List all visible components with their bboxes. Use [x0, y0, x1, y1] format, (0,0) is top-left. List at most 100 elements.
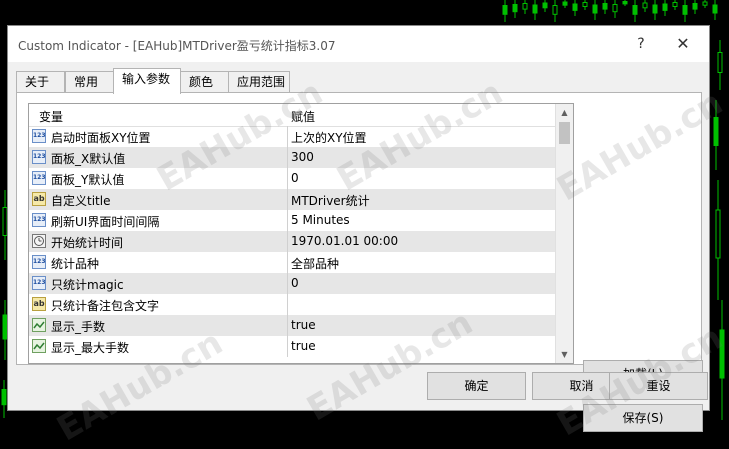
chart-candle-body [522, 3, 528, 10]
parameter-row[interactable]: 123 启动时面板XY位置 上次的XY位置 [29, 126, 557, 147]
column-divider [287, 315, 288, 336]
column-divider [287, 126, 288, 147]
parameter-value[interactable]: 0 [291, 171, 299, 185]
parameter-name: 统计品种 [51, 257, 100, 271]
parameter-row[interactable]: 显示_手数 true [29, 315, 557, 336]
text-icon: ab [32, 192, 46, 206]
grid-header: 变量 赋值 [29, 104, 557, 127]
parameter-row[interactable]: ab 只统计备注包含文字 [29, 294, 557, 315]
parameter-row[interactable]: 123 只统计magic 0 [29, 273, 557, 294]
column-divider [287, 210, 288, 231]
column-divider [287, 294, 288, 315]
chart-candle-body [572, 3, 578, 11]
tab-about[interactable]: 关于 [16, 71, 65, 93]
help-icon[interactable]: ? [627, 33, 655, 55]
chart-candle-body [682, 5, 688, 15]
chart-candle-body [712, 4, 718, 14]
reset-button[interactable]: 重设 [609, 372, 708, 400]
parameter-value[interactable]: 全部品种 [291, 255, 339, 272]
chart-candle-body [502, 5, 508, 15]
parameter-row[interactable]: ab 自定义title MTDriver统计 [29, 189, 557, 210]
parameter-value[interactable]: 上次的XY位置 [291, 129, 367, 146]
parameters-grid: 变量 赋值 123 启动时面板XY位置 上次的XY位置 123 面板_X默认值 300 12… [28, 103, 574, 364]
chart-candle-body [582, 2, 588, 7]
ok-button[interactable]: 确定 [427, 372, 526, 400]
boolean-icon [32, 339, 46, 353]
parameter-value[interactable]: 5 Minutes [291, 213, 350, 227]
parameter-name: 面板_Y默认值 [51, 173, 125, 187]
chart-candle-body [542, 2, 548, 9]
chart-candle-body [662, 3, 668, 11]
chart-candle-body [642, 2, 648, 9]
tab-inputs[interactable]: 输入参数 [113, 68, 181, 94]
parameter-value[interactable]: 300 [291, 150, 314, 164]
number-icon: 123 [32, 150, 46, 164]
parameter-row[interactable]: 显示_最大手数 true [29, 336, 557, 357]
chart-candle-body [552, 5, 558, 15]
parameter-row[interactable]: 123 统计品种 全部品种 [29, 252, 557, 273]
custom-indicator-dialog: Custom Indicator - [EAHub]MTDriver盈亏统计指标… [7, 25, 729, 449]
column-divider [287, 231, 288, 252]
save-button[interactable]: 保存(S) [583, 404, 703, 432]
parameter-name: 启动时面板XY位置 [51, 131, 151, 145]
chart-candle-body [512, 4, 518, 13]
tab-scope[interactable]: 应用范围 [228, 71, 290, 93]
parameter-row[interactable]: 开始统计时间 1970.01.01 00:00 [29, 231, 557, 252]
chart-candle-body [719, 329, 725, 379]
scroll-up-arrow-icon[interactable]: ▲ [556, 104, 573, 121]
chart-candle-body [652, 4, 658, 14]
tab-colors[interactable]: 颜色 [180, 71, 229, 93]
parameter-name: 开始统计时间 [51, 236, 124, 250]
chart-candle-body [592, 4, 598, 14]
chart-candle-body [602, 3, 608, 10]
column-divider [287, 273, 288, 294]
parameter-value[interactable]: 0 [291, 276, 299, 290]
number-icon: 123 [32, 255, 46, 269]
inputs-panel: 变量 赋值 123 启动时面板XY位置 上次的XY位置 123 面板_X默认值 300 12… [16, 92, 703, 432]
boolean-icon [32, 318, 46, 332]
parameter-row[interactable]: 123 面板_Y默认值 0 [29, 168, 557, 189]
parameter-name: 面板_X默认值 [51, 152, 126, 166]
number-icon: 123 [32, 213, 46, 227]
parameter-name: 显示_最大手数 [51, 341, 130, 355]
chart-candle-body [562, 1, 568, 6]
close-icon[interactable]: ✕ [669, 33, 697, 55]
parameter-name: 显示_手数 [51, 320, 106, 334]
number-icon: 123 [32, 171, 46, 185]
scroll-down-arrow-icon[interactable]: ▼ [556, 346, 573, 363]
chart-candle-body [612, 4, 618, 13]
parameter-name: 刷新UI界面时间间隔 [51, 215, 160, 229]
chart-candle-body [532, 4, 538, 14]
vertical-scrollbar[interactable]: ▲ ▼ [555, 104, 573, 363]
parameter-value[interactable]: MTDriver统计 [291, 192, 370, 209]
column-header-value[interactable]: 赋值 [291, 108, 315, 125]
number-icon: 123 [32, 129, 46, 143]
parameter-name: 自定义title [51, 194, 111, 208]
column-divider [287, 168, 288, 189]
column-divider [287, 189, 288, 210]
parameter-value[interactable]: true [291, 318, 316, 332]
chart-candle-body [715, 209, 721, 259]
column-divider [287, 336, 288, 357]
number-icon: 123 [32, 276, 46, 290]
chart-candle-body [713, 117, 719, 146]
parameter-row[interactable]: 123 刷新UI界面时间间隔 5 Minutes [29, 210, 557, 231]
column-header-variable[interactable]: 变量 [39, 108, 63, 125]
chart-candle-body [622, 1, 628, 5]
tab-common[interactable]: 常用 [65, 71, 114, 93]
chart-candle-body [692, 3, 698, 10]
title-bar[interactable]: Custom Indicator - [EAHub]MTDriver盈亏统计指标… [8, 26, 709, 62]
window-title: Custom Indicator - [EAHub]MTDriver盈亏统计指标… [18, 39, 336, 53]
parameter-row[interactable]: 123 面板_X默认值 300 [29, 147, 557, 168]
column-divider [287, 147, 288, 168]
text-icon: ab [32, 297, 46, 311]
datetime-icon [32, 234, 46, 248]
scroll-thumb[interactable] [559, 122, 570, 144]
chart-candle-body [672, 2, 678, 7]
parameter-rows: 123 启动时面板XY位置 上次的XY位置 123 面板_X默认值 300 123 面板_Y默… [29, 126, 557, 357]
column-divider [287, 252, 288, 273]
parameter-value[interactable]: 1970.01.01 00:00 [291, 234, 398, 248]
chart-candle-body [632, 5, 638, 15]
parameter-value[interactable]: true [291, 339, 316, 353]
chart-candle-body [1, 389, 7, 406]
